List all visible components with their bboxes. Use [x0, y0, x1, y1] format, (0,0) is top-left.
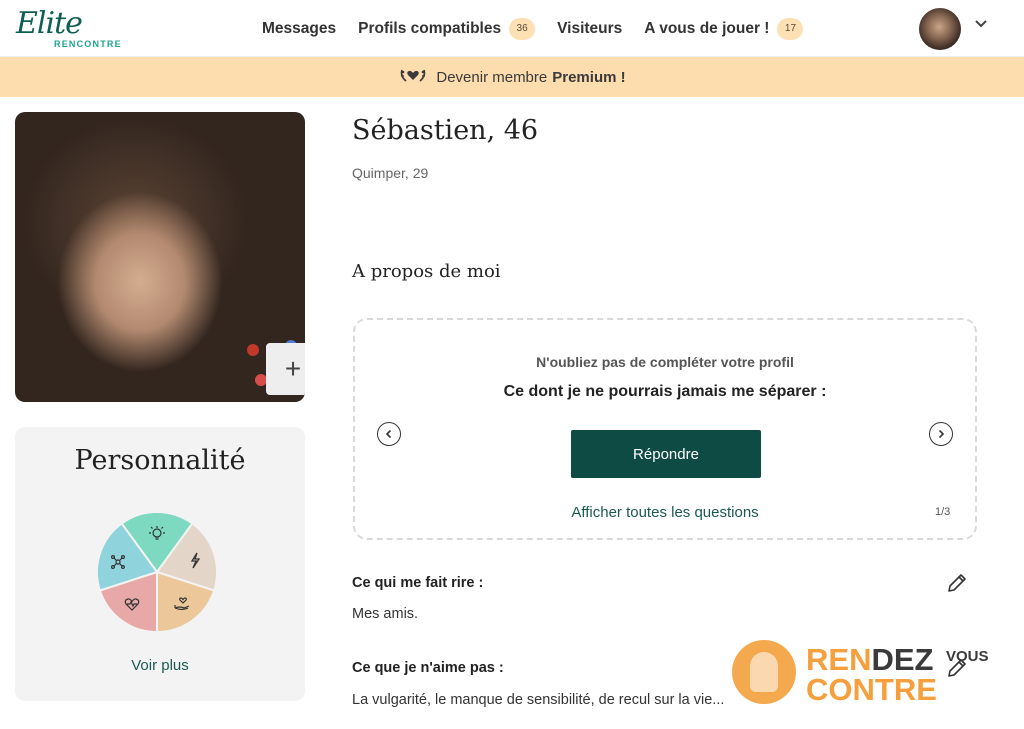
nav-messages-label: Messages	[262, 19, 337, 37]
watermark-logo-icon	[732, 640, 796, 704]
question-card: N'oubliez pas de compléter votre profil …	[353, 318, 977, 540]
afficher-questions-link[interactable]: Afficher toutes les questions	[355, 504, 975, 521]
complete-profile-hint: N'oubliez pas de compléter votre profil	[536, 354, 794, 370]
rendezvous-rencontre-watermark: RENDEZ VOUS CONTRE	[732, 640, 1012, 708]
account-chevron-down-icon[interactable]	[974, 16, 988, 32]
nav-jouer-label: A vous de jouer !	[644, 19, 770, 37]
aime-pas-label: Ce que je n'aime pas :	[352, 660, 504, 676]
top-header: Elite RENCONTRE Messages Profils compati…	[0, 0, 1024, 57]
user-avatar[interactable]	[919, 8, 961, 50]
premium-banner[interactable]: Devenir membre Premium !	[0, 57, 1024, 97]
about-title: A propos de moi	[352, 261, 501, 282]
main-nav: Messages Profils compatibles 36 Visiteur…	[262, 0, 825, 57]
bokeh-light	[247, 344, 259, 356]
nav-messages[interactable]: Messages	[262, 20, 336, 38]
nav-visiteurs-label: Visiteurs	[557, 19, 623, 37]
question-counter: 1/3	[935, 506, 951, 518]
elite-logo[interactable]: Elite RENCONTRE	[16, 6, 126, 50]
logo-subtitle: RENCONTRE	[54, 39, 122, 49]
profile-location: Quimper, 29	[352, 165, 429, 181]
laurel-heart-icon	[398, 66, 428, 89]
rire-value: Mes amis.	[352, 606, 419, 622]
aime-pas-value: La vulgarité, le manque de sensibilité, …	[352, 692, 725, 708]
edit-pencil-icon[interactable]	[944, 570, 970, 596]
profile-name-age: Sébastien, 46	[352, 115, 539, 146]
nav-profils-label: Profils compatibles	[358, 19, 502, 37]
nav-profils-compatibles[interactable]: Profils compatibles 36	[358, 17, 536, 40]
watermark-line2: CONTRE	[806, 672, 937, 707]
jouer-count-badge: 17	[777, 17, 804, 40]
watermark-small: VOUS	[946, 648, 989, 665]
chevron-right-icon[interactable]	[929, 422, 953, 446]
profile-photo[interactable]: +	[15, 112, 305, 402]
nav-a-vous-de-jouer[interactable]: A vous de jouer ! 17	[644, 17, 804, 40]
personnalite-card: Personnalité Voir plus	[15, 427, 305, 701]
profils-count-badge: 36	[509, 17, 536, 40]
chevron-left-icon[interactable]	[377, 422, 401, 446]
repondre-button[interactable]: Répondre	[571, 430, 761, 478]
add-photo-button[interactable]: +	[266, 343, 305, 395]
banner-text: Devenir membre	[436, 68, 548, 86]
logo-script: Elite	[16, 6, 83, 41]
question-text: Ce dont je ne pourrais jamais me séparer…	[503, 383, 827, 400]
voir-plus-link[interactable]: Voir plus	[15, 657, 305, 674]
personnalite-title: Personnalité	[74, 445, 246, 476]
banner-premium: Premium !	[552, 68, 626, 86]
nav-visiteurs[interactable]: Visiteurs	[557, 20, 622, 38]
personality-pie-chart[interactable]	[96, 511, 218, 633]
rire-label: Ce qui me fait rire :	[352, 575, 484, 591]
